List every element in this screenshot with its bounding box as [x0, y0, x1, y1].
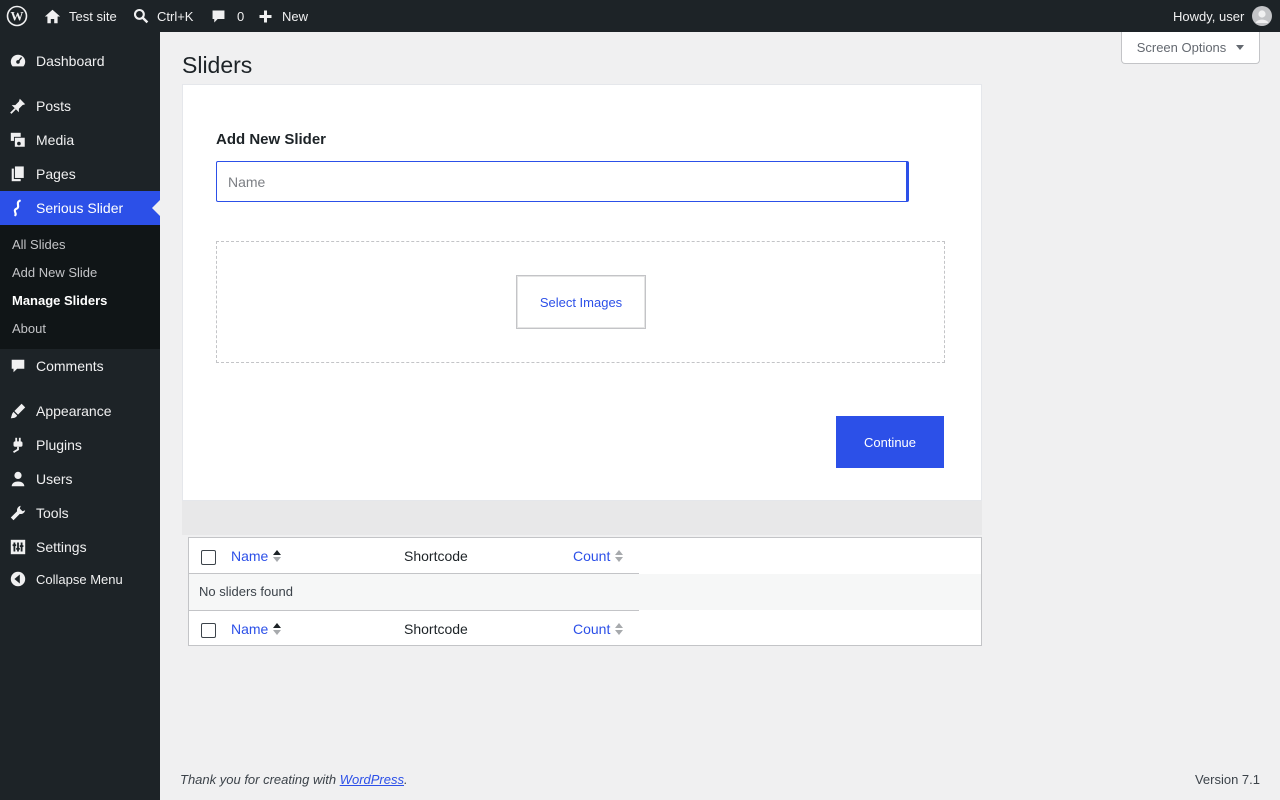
caret-down-icon [1236, 45, 1245, 50]
comments-link[interactable]: 0 [210, 0, 244, 32]
continue-button[interactable]: Continue [836, 416, 944, 468]
sidebar-item-tools[interactable]: Tools [0, 496, 160, 530]
plus-icon [259, 10, 272, 22]
image-drop-zone: Select Images [216, 241, 945, 363]
pin-icon [10, 98, 26, 114]
add-slider-card: Add New Slider Select Images Continue [182, 84, 982, 501]
comment-icon [212, 10, 225, 22]
submenu-item-all-slides[interactable]: All Slides [12, 237, 65, 252]
sidebar-item-label: Comments [36, 358, 104, 374]
sidebar-item-media[interactable]: Media [0, 123, 160, 157]
site-name-link[interactable]: Test site [44, 0, 117, 32]
sidebar-item-label: Pages [36, 166, 76, 182]
slider-name-input[interactable] [216, 161, 909, 202]
table-header-row: Name Shortcode Count [189, 538, 639, 574]
search-icon [133, 8, 149, 24]
footer-thanks-prefix: Thank you for creating with [180, 772, 340, 787]
current-menu-arrow [152, 200, 160, 216]
brush-icon [10, 403, 26, 419]
sidebar-item-serious-slider[interactable]: Serious Slider [0, 191, 160, 225]
serious-slider-submenu: All Slides Add New Slide Manage Sliders … [0, 225, 160, 349]
wrench-icon [10, 505, 26, 521]
count-column-label: Count [573, 621, 611, 637]
name-column-label: Name [231, 621, 269, 637]
settings-icon [10, 539, 26, 555]
sort-arrows-icon [273, 550, 282, 562]
wordpress-logo-icon[interactable]: W [6, 0, 28, 32]
collapse-icon [10, 571, 26, 587]
sidebar-item-comments[interactable]: Comments [0, 349, 160, 383]
dashboard-icon [10, 54, 26, 67]
sidebar-item-label: Plugins [36, 437, 82, 453]
sidebar-item-settings[interactable]: Settings [0, 530, 160, 564]
sidebar-item-posts[interactable]: Posts [0, 89, 160, 123]
sidebar-item-label: Users [36, 471, 73, 487]
select-all-checkbox[interactable] [201, 550, 216, 565]
collapse-menu-button[interactable]: Collapse Menu [0, 562, 160, 596]
page-title: Sliders [182, 52, 253, 78]
footer-thanks: Thank you for creating with WordPress. [180, 772, 408, 787]
search-link[interactable]: Ctrl+K [133, 0, 193, 32]
count-column-label: Count [573, 548, 611, 564]
sidebar-item-label: Serious Slider [36, 200, 124, 216]
sort-arrows-icon [615, 550, 624, 562]
add-new-slider-heading: Add New Slider [216, 131, 327, 148]
sidebar-item-label: Tools [36, 505, 69, 521]
sort-by-name-header[interactable]: Name [231, 621, 282, 637]
footer-version: Version 7.1 [1194, 772, 1260, 787]
new-label: New [282, 8, 309, 24]
home-icon [44, 9, 61, 23]
shortcode-column-header: Shortcode [404, 621, 468, 637]
sidebar-item-label: Appearance [36, 403, 112, 419]
submenu-item-manage-sliders[interactable]: Manage Sliders [12, 293, 107, 308]
screen-options-button[interactable]: Screen Options [1121, 32, 1260, 64]
pages-icon [11, 165, 25, 182]
sidebar-item-label: Dashboard [36, 53, 105, 69]
sidebar-item-label: Media [36, 132, 75, 148]
media-icon [10, 132, 26, 148]
site-name: Test site [69, 8, 117, 24]
submenu-item-add-new-slide[interactable]: Add New Slide [12, 265, 97, 280]
sidebar-item-appearance[interactable]: Appearance [0, 394, 160, 428]
wordpress-link[interactable]: WordPress [340, 772, 404, 787]
screen-options-label: Screen Options [1136, 40, 1227, 55]
collapse-menu-label: Collapse Menu [36, 571, 123, 587]
table-empty-row: No sliders found [189, 574, 981, 610]
slider-icon [13, 199, 21, 217]
sidebar-item-label: Posts [36, 98, 72, 114]
table-footer-row: Name Shortcode Count [189, 610, 639, 646]
sidebar-item-pages[interactable]: Pages [0, 157, 160, 191]
howdy-text: Howdy, user [1173, 8, 1245, 24]
no-sliders-message: No sliders found [199, 584, 293, 599]
plug-icon [13, 437, 23, 453]
search-shortcut: Ctrl+K [157, 8, 194, 24]
comment-icon [11, 359, 25, 373]
sort-arrows-icon [273, 623, 282, 635]
footer-thanks-suffix: . [404, 772, 408, 787]
sidebar-item-dashboard[interactable]: Dashboard [0, 44, 160, 78]
select-images-button[interactable]: Select Images [516, 275, 646, 329]
sort-by-count-header[interactable]: Count [573, 621, 624, 637]
sidebar-item-plugins[interactable]: Plugins [0, 428, 160, 462]
select-all-checkbox[interactable] [201, 623, 216, 638]
comments-count: 0 [237, 8, 245, 24]
sidebar-item-label: Settings [36, 539, 87, 555]
sort-arrows-icon [615, 623, 624, 635]
sliders-table: Name Shortcode Count No sliders found Na… [188, 537, 982, 646]
admin-bar: W Test site Ctrl+K 0 New Howdy, user [0, 0, 1280, 32]
user-icon [11, 471, 25, 487]
submenu-item-about[interactable]: About [12, 321, 46, 336]
svg-text:W: W [11, 9, 24, 24]
account-menu[interactable]: Howdy, user [1173, 0, 1273, 32]
name-column-label: Name [231, 548, 269, 564]
separator-strip [182, 501, 982, 535]
sort-by-name-header[interactable]: Name [231, 548, 282, 564]
shortcode-column-header: Shortcode [404, 548, 468, 564]
admin-sidebar: Dashboard Posts Media Pages Serious Slid… [0, 32, 160, 800]
sidebar-item-users[interactable]: Users [0, 462, 160, 496]
avatar [1252, 6, 1273, 26]
new-content-link[interactable]: New [258, 0, 308, 32]
sort-by-count-header[interactable]: Count [573, 548, 624, 564]
